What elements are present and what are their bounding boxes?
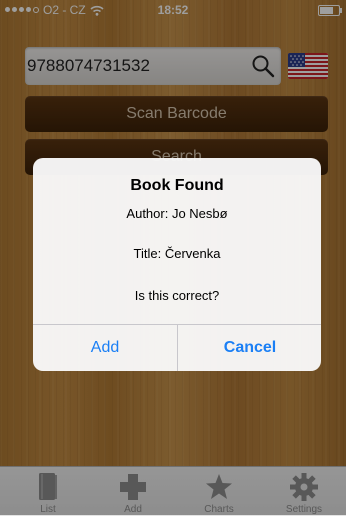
add-button[interactable]: Add [33,325,177,371]
alert-book-title: Title: Červenka [133,246,221,261]
alert-question: Is this correct? [134,288,220,303]
alert-title: Book Found [130,177,224,194]
book-found-alert: Book Found Author: Jo Nesbø Title: Červe… [33,158,321,371]
alert-author: Author: Jo Nesbø [126,206,228,221]
cancel-button[interactable]: Cancel [178,325,321,371]
